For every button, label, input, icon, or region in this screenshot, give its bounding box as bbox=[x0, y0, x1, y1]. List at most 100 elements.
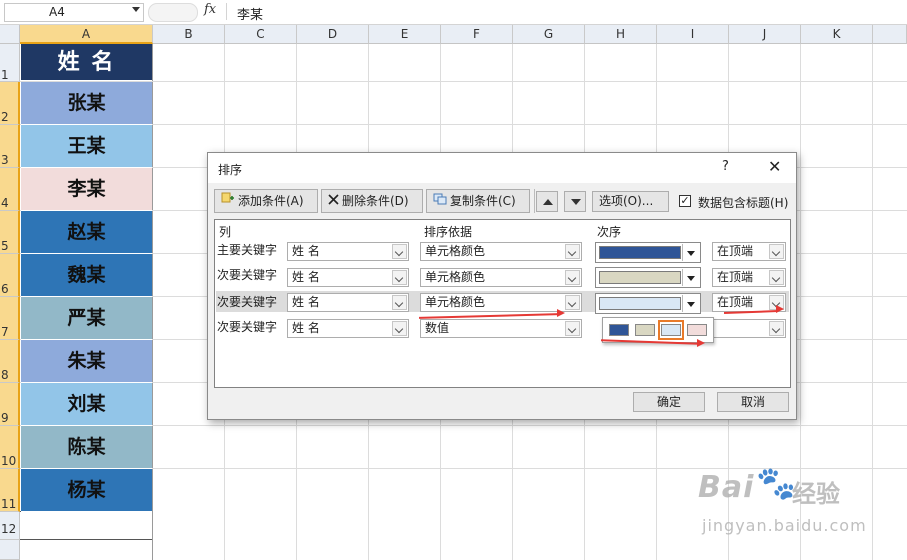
chevron-down-icon[interactable] bbox=[769, 270, 784, 285]
cell-a9[interactable]: 刘某 bbox=[21, 383, 152, 426]
paw-icon: 🐾 bbox=[756, 464, 796, 502]
move-up-button[interactable] bbox=[536, 191, 558, 212]
row-header-12[interactable]: 12 bbox=[0, 512, 20, 540]
cell-a2[interactable]: 张某 bbox=[21, 82, 152, 125]
color-swatch bbox=[599, 271, 681, 284]
dropdown-arrow-icon[interactable] bbox=[682, 244, 699, 261]
options-button[interactable]: 选项(O)... bbox=[592, 191, 669, 212]
cell-a11[interactable]: 杨某 bbox=[21, 469, 152, 512]
rule-sorton-select[interactable]: 单元格颜色 bbox=[420, 242, 582, 261]
chevron-down-icon[interactable] bbox=[392, 244, 407, 259]
column-header-c[interactable]: C bbox=[225, 25, 297, 44]
help-icon[interactable]: ? bbox=[722, 159, 729, 174]
dropdown-arrow-icon[interactable] bbox=[682, 269, 699, 286]
cell-a5[interactable]: 赵某 bbox=[21, 211, 152, 254]
column-header-b[interactable]: B bbox=[153, 25, 225, 44]
add-condition-label: 添加条件(A) bbox=[238, 194, 304, 208]
name-box-value: A4 bbox=[49, 5, 65, 19]
cell-a8[interactable]: 朱某 bbox=[21, 340, 152, 383]
rule-sorton-select[interactable]: 单元格颜色 bbox=[420, 268, 582, 287]
column-header-e[interactable]: E bbox=[369, 25, 441, 44]
column-header-h[interactable]: H bbox=[585, 25, 657, 44]
column-header-a[interactable]: A bbox=[20, 25, 153, 44]
chevron-down-icon[interactable] bbox=[565, 295, 580, 310]
column-header-l[interactable] bbox=[873, 25, 907, 44]
rule-position-value: 在顶端 bbox=[717, 270, 754, 284]
formula-bar-handle[interactable] bbox=[148, 3, 198, 22]
name-box[interactable]: A4 bbox=[4, 3, 144, 22]
row-header-1[interactable]: 1 bbox=[0, 44, 20, 82]
sort-levels-list[interactable]: 列 排序依据 次序 主要关键字 姓 名 单元格颜色 在顶端 次要关键字 姓 名 … bbox=[214, 219, 791, 388]
column-header-k[interactable]: K bbox=[801, 25, 873, 44]
rule-sorton-select[interactable]: 数值 bbox=[420, 319, 582, 338]
rule-column-value: 姓 名 bbox=[292, 295, 320, 309]
cell-a6[interactable]: 魏某 bbox=[21, 254, 152, 297]
chevron-down-icon[interactable] bbox=[565, 270, 580, 285]
annotation-arrow-head bbox=[557, 309, 565, 317]
cell-a4[interactable]: 李某 bbox=[21, 168, 152, 211]
rule-column-select[interactable]: 姓 名 bbox=[287, 319, 409, 338]
row-header-9[interactable]: 9 bbox=[0, 383, 20, 426]
chevron-down-icon[interactable] bbox=[565, 244, 580, 259]
move-down-button[interactable] bbox=[564, 191, 586, 212]
row-header-6[interactable]: 6 bbox=[0, 254, 20, 297]
rule-color-select[interactable] bbox=[595, 242, 701, 263]
header-order: 次序 bbox=[597, 225, 622, 239]
row-header-11[interactable]: 11 bbox=[0, 469, 20, 512]
ok-button[interactable]: 确定 bbox=[633, 392, 705, 412]
cell-a10[interactable]: 陈某 bbox=[21, 426, 152, 469]
delete-condition-button[interactable]: 删除条件(D) bbox=[321, 189, 423, 213]
row-header-3[interactable]: 3 bbox=[0, 125, 20, 168]
color-option[interactable] bbox=[635, 324, 655, 336]
sort-dialog: 排序 ? ✕ 添加条件(A) 删除条件(D) 复制条件(C) 选项(O)... … bbox=[207, 152, 797, 420]
row-header-8[interactable]: 8 bbox=[0, 340, 20, 383]
rule-sorton-value: 单元格颜色 bbox=[425, 295, 486, 309]
row-header-13[interactable] bbox=[0, 540, 20, 560]
chevron-down-icon[interactable] bbox=[392, 270, 407, 285]
cell-a1[interactable]: 姓 名 bbox=[21, 44, 152, 81]
chevron-down-icon[interactable] bbox=[769, 321, 784, 336]
formula-input[interactable]: 李某 bbox=[226, 3, 907, 23]
column-header-i[interactable]: I bbox=[657, 25, 729, 44]
row-header-2[interactable]: 2 bbox=[0, 82, 20, 125]
add-condition-button[interactable]: 添加条件(A) bbox=[214, 189, 318, 213]
row-header-10[interactable]: 10 bbox=[0, 426, 20, 469]
column-header-g[interactable]: G bbox=[513, 25, 585, 44]
row-header-5[interactable]: 5 bbox=[0, 211, 20, 254]
baidu-watermark: Bai 🐾 经验 jingyan.baidu.com bbox=[698, 464, 868, 544]
annotation-arrow-head bbox=[697, 339, 705, 347]
chevron-down-icon[interactable] bbox=[392, 321, 407, 336]
rule-color-select[interactable] bbox=[595, 267, 701, 288]
dropdown-arrow-icon[interactable] bbox=[682, 295, 699, 312]
rule-column-select[interactable]: 姓 名 bbox=[287, 293, 409, 312]
cell-a7[interactable]: 严某 bbox=[21, 297, 152, 340]
has-header-checkbox[interactable]: ✓ bbox=[679, 195, 691, 207]
delete-x-icon bbox=[328, 190, 339, 212]
rule-position-select[interactable]: 在顶端 bbox=[712, 268, 786, 287]
cell-a3[interactable]: 王某 bbox=[21, 125, 152, 168]
row-header-4[interactable]: 4 bbox=[0, 168, 20, 211]
rule-column-select[interactable]: 姓 名 bbox=[287, 268, 409, 287]
column-header-d[interactable]: D bbox=[297, 25, 369, 44]
rule-position-select[interactable] bbox=[712, 319, 786, 338]
column-header-j[interactable]: J bbox=[729, 25, 801, 44]
insert-function-icon[interactable]: fx bbox=[204, 2, 216, 17]
color-option[interactable] bbox=[687, 324, 707, 336]
rule-column-select[interactable]: 姓 名 bbox=[287, 242, 409, 261]
chevron-down-icon[interactable] bbox=[132, 7, 140, 12]
header-sort-on: 排序依据 bbox=[424, 225, 473, 239]
rule-position-select[interactable]: 在顶端 bbox=[712, 242, 786, 261]
chevron-down-icon[interactable] bbox=[565, 321, 580, 336]
copy-condition-button[interactable]: 复制条件(C) bbox=[426, 189, 530, 213]
chevron-down-icon[interactable] bbox=[392, 295, 407, 310]
row-header-7[interactable]: 7 bbox=[0, 297, 20, 340]
has-header-label: 数据包含标题(H) bbox=[698, 196, 789, 210]
column-header-f[interactable]: F bbox=[441, 25, 513, 44]
color-option[interactable] bbox=[609, 324, 629, 336]
close-icon[interactable]: ✕ bbox=[768, 157, 781, 176]
cancel-button[interactable]: 取消 bbox=[717, 392, 789, 412]
rule-color-select[interactable] bbox=[595, 293, 701, 314]
copy-condition-label: 复制条件(C) bbox=[450, 194, 516, 208]
select-all-corner[interactable] bbox=[0, 25, 20, 44]
chevron-down-icon[interactable] bbox=[769, 244, 784, 259]
